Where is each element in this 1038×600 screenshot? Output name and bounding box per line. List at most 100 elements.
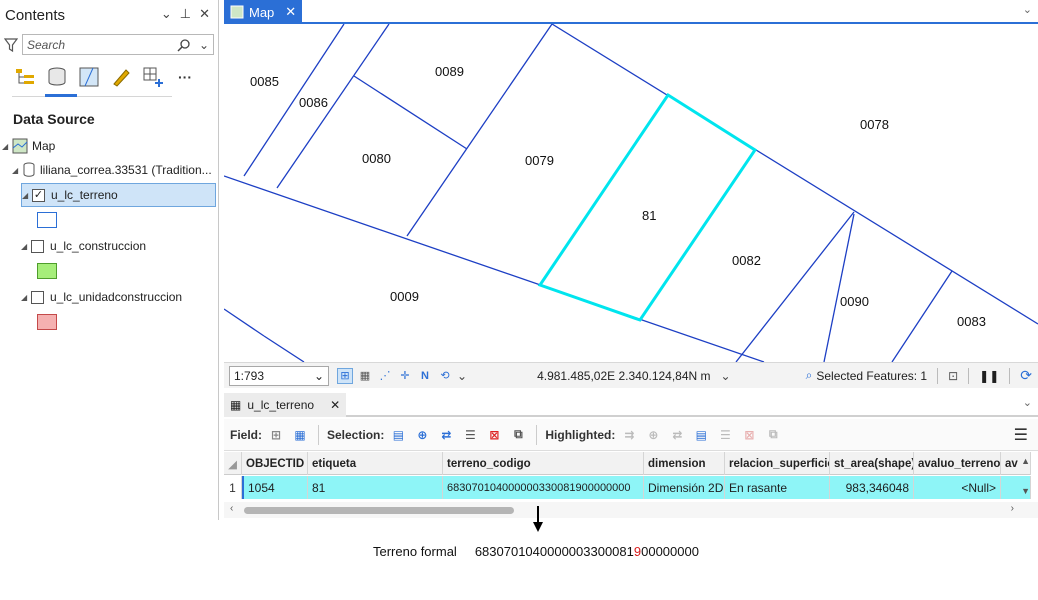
map-canvas[interactable]: 0085 0086 0089 0080 0079 0078 81 0082 00… <box>224 24 1038 362</box>
scroll-up-icon[interactable]: ▲ <box>1021 456 1030 466</box>
scrollbar-thumb[interactable] <box>244 507 514 514</box>
close-icon[interactable]: ✕ <box>199 6 210 22</box>
add-field-icon[interactable]: ⊞ <box>266 426 286 444</box>
scale-selector[interactable]: 1:793 ⌄ <box>229 365 329 386</box>
zoom-to-highlight-icon[interactable]: ⊕ <box>643 426 663 444</box>
row-number[interactable]: 1 <box>224 476 242 499</box>
scroll-down-icon[interactable]: ▼ <box>1021 486 1030 496</box>
table-row[interactable]: 1 1054 81 683070104000000330081900000000… <box>224 476 1031 499</box>
table-cell[interactable]: 1054 <box>242 476 308 499</box>
close-icon[interactable]: ✕ <box>330 398 340 412</box>
pause-icon[interactable]: ❚❚ <box>979 369 999 383</box>
highlight-icon[interactable]: ⇉ <box>619 426 639 444</box>
toolbar-divider <box>12 96 172 97</box>
zoom-to-selection-icon[interactable]: ⊕ <box>412 426 432 444</box>
scroll-left-icon[interactable]: ‹ <box>230 503 233 514</box>
table-cell[interactable]: En rasante <box>725 476 830 499</box>
list-by-editing-icon[interactable] <box>110 66 132 88</box>
filter-icon[interactable] <box>4 37 18 53</box>
grid-icon[interactable]: ▦ <box>357 368 373 384</box>
scroll-right-icon[interactable]: › <box>1011 503 1014 514</box>
expand-triangle-icon[interactable]: ◢ <box>2 142 12 151</box>
layer-symbol-swatch[interactable] <box>37 212 57 228</box>
layer-symbol-swatch[interactable] <box>37 314 57 330</box>
table-cell[interactable]: 81 <box>308 476 443 499</box>
snapping-icon[interactable]: ⋰ <box>377 368 393 384</box>
table-menu-icon[interactable]: ☰ <box>1014 425 1028 445</box>
chevron-down-icon[interactable]: ⌄ <box>199 38 209 52</box>
tree-item-layer-construccion[interactable]: ◢ u_lc_construccion <box>21 239 146 253</box>
list-by-drawing-order-icon[interactable] <box>14 66 36 88</box>
switch-highlight-icon[interactable]: ⇄ <box>667 426 687 444</box>
column-header[interactable]: relacion_superficie <box>725 452 830 475</box>
column-header[interactable]: st_area(shape) <box>830 452 914 475</box>
expand-triangle-icon[interactable]: ◢ <box>12 166 22 175</box>
delete-highlight-icon[interactable]: ⊠ <box>739 426 759 444</box>
refresh-icon[interactable]: ⟳ <box>1020 367 1032 384</box>
corner-cell[interactable]: ◢ <box>224 452 242 475</box>
clear-highlight-icon[interactable]: ☰ <box>715 426 735 444</box>
parcel-boundaries <box>224 24 1038 362</box>
tree-item-layer-unidadconstruccion[interactable]: ◢ u_lc_unidadconstruccion <box>21 290 182 304</box>
calculate-field-icon[interactable]: ▦ <box>290 426 310 444</box>
selected-features-count[interactable]: Selected Features: 1 <box>816 369 927 383</box>
highlighted-group: Highlighted: ⇉ ⊕ ⇄ ▤ ☰ ⊠ ⧉ <box>545 426 783 444</box>
tree-item-map[interactable]: ◢ Map <box>2 138 55 154</box>
database-icon <box>23 162 35 177</box>
switch-selection-icon[interactable]: ⇄ <box>436 426 456 444</box>
chevron-down-icon[interactable]: ⌄ <box>314 369 324 383</box>
layer-visibility-checkbox[interactable]: ✓ <box>32 188 45 202</box>
copy-highlight-icon[interactable]: ⧉ <box>763 426 783 444</box>
chevron-down-icon[interactable]: ⌄ <box>1023 3 1032 16</box>
clear-selection-icon[interactable]: ☰ <box>460 426 480 444</box>
copy-selection-icon[interactable]: ⧉ <box>508 426 528 444</box>
table-cell[interactable]: 983,346048 <box>830 476 914 499</box>
more-options-icon[interactable]: ··· <box>174 66 196 88</box>
search-icon[interactable] <box>177 38 191 52</box>
scale-value: 1:793 <box>234 368 265 383</box>
chevron-down-icon[interactable]: ⌄ <box>1023 396 1032 409</box>
layer-symbol-swatch[interactable] <box>37 263 57 279</box>
arcgis-pro-window: Contents ⌄ ⊥ ✕ Search ⌄ ··· Data Source … <box>0 0 1038 520</box>
list-by-selection-icon[interactable] <box>78 66 100 88</box>
pin-icon[interactable]: ⊥ <box>180 6 191 22</box>
select-by-attributes-icon[interactable]: ▤ <box>388 426 408 444</box>
unhighlight-icon[interactable]: ▤ <box>691 426 711 444</box>
expand-triangle-icon[interactable]: ◢ <box>21 293 31 302</box>
fixed-zoom-icon[interactable]: ⊞ <box>337 367 353 384</box>
constraint-icon[interactable]: ✛ <box>397 368 413 384</box>
select-features-icon[interactable]: ⌕ <box>806 368 813 383</box>
refresh-dialog-icon[interactable]: ⊡ <box>948 369 958 383</box>
layer-visibility-checkbox[interactable] <box>31 290 44 304</box>
list-by-snapping-icon[interactable] <box>142 66 164 88</box>
tab-map[interactable]: Map ✕ <box>224 0 302 24</box>
column-header[interactable]: terreno_codigo <box>443 452 644 475</box>
search-input[interactable]: Search ⌄ <box>22 34 214 55</box>
horizontal-scrollbar[interactable]: ‹ › <box>224 502 1038 518</box>
chevron-down-icon[interactable]: ⌄ <box>721 369 731 383</box>
tree-item-database[interactable]: ◢ liliana_correa.33531 (Tradition... <box>12 162 212 178</box>
chevron-down-icon[interactable]: ⌄ <box>161 6 172 22</box>
north-arrow-icon[interactable]: N <box>417 368 433 384</box>
column-header[interactable]: avaluo_terreno <box>914 452 1001 475</box>
layer-visibility-checkbox[interactable] <box>31 239 44 253</box>
column-header[interactable]: dimension <box>644 452 725 475</box>
chevron-down-icon[interactable]: ⌄ <box>457 369 467 383</box>
map-status-bar: 1:793 ⌄ ⊞ ▦ ⋰ ✛ N ⟲ ⌄ 4.981.485,02E 2.34… <box>224 362 1038 388</box>
tab-attribute-table[interactable]: ▦ u_lc_terreno ✕ <box>224 393 347 417</box>
field-label: Field: <box>230 427 262 442</box>
expand-triangle-icon[interactable]: ◢ <box>22 191 32 200</box>
table-cell[interactable]: 683070104000000330081900000000 <box>443 476 644 499</box>
table-cell[interactable]: <Null> <box>914 476 1001 499</box>
layer-name: u_lc_terreno <box>51 188 118 202</box>
tree-item-layer-terreno[interactable]: ◢ ✓ u_lc_terreno <box>21 183 216 207</box>
close-icon[interactable]: ✕ <box>285 4 296 20</box>
map-view[interactable]: 0085 0086 0089 0080 0079 0078 81 0082 00… <box>224 24 1038 362</box>
column-header[interactable]: OBJECTID * <box>242 452 308 475</box>
correction-icon[interactable]: ⟲ <box>437 368 453 384</box>
column-header[interactable]: etiqueta <box>308 452 443 475</box>
expand-triangle-icon[interactable]: ◢ <box>21 242 31 251</box>
table-cell[interactable]: Dimensión 2D <box>644 476 725 499</box>
list-by-data-source-icon[interactable] <box>46 66 68 88</box>
delete-selection-icon[interactable]: ⊠ <box>484 426 504 444</box>
